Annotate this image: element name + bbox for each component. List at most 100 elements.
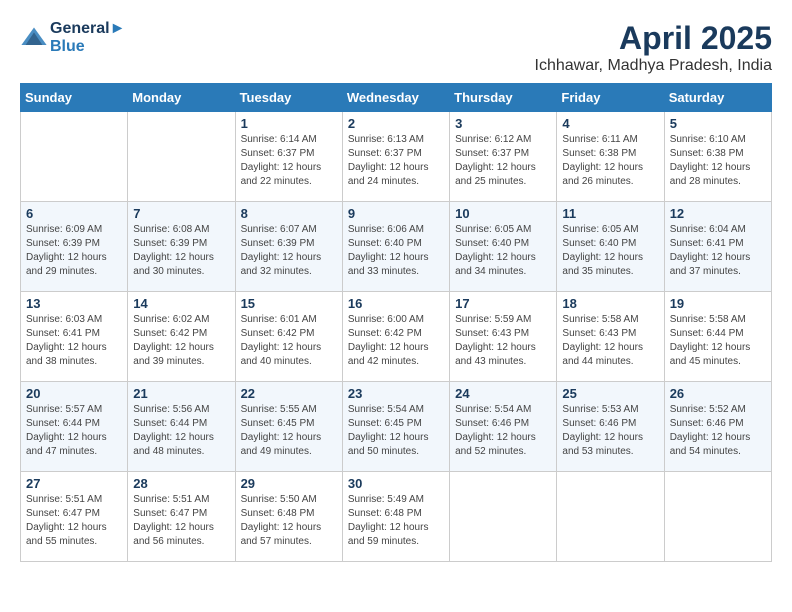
cell-info: Sunrise: 6:10 AMSunset: 6:38 PMDaylight:… xyxy=(670,133,766,189)
logo-text: General► Blue xyxy=(50,20,125,56)
weekday-header-row: SundayMondayTuesdayWednesdayThursdayFrid… xyxy=(21,84,772,112)
cell-info: Sunrise: 6:05 AMSunset: 6:40 PMDaylight:… xyxy=(455,223,551,279)
day-number: 17 xyxy=(455,296,551,311)
calendar-cell: 24Sunrise: 5:54 AMSunset: 6:46 PMDayligh… xyxy=(450,382,557,472)
calendar-week-2: 6 Sunrise: 6:09 AMSunset: 6:39 PMDaylight… xyxy=(21,202,772,292)
day-number: 18 xyxy=(562,296,658,311)
day-number: 12 xyxy=(670,206,766,221)
weekday-header-saturday: Saturday xyxy=(664,84,771,112)
cell-info: Sunrise: 5:58 AMSunset: 6:43 PMDaylight:… xyxy=(562,313,658,369)
day-number: 5 xyxy=(670,116,766,131)
day-number: 19 xyxy=(670,296,766,311)
day-number: 9 xyxy=(348,206,444,221)
calendar-week-4: 20 Sunrise: 5:57 AMSunset: 6:44 PMDayligh… xyxy=(21,382,772,472)
month-title: April 2025 xyxy=(535,20,772,57)
cell-info: Sunrise: 6:03 AMSunset: 6:41 PMDaylight:… xyxy=(26,313,122,369)
cell-info: Sunrise: 6:07 AMSunset: 6:39 PMDaylight:… xyxy=(241,223,337,279)
calendar-cell: 6 Sunrise: 6:09 AMSunset: 6:39 PMDaylight… xyxy=(21,202,128,292)
calendar-cell: 29 Sunrise: 5:50 AMSunset: 6:48 PMDayligh… xyxy=(235,472,342,562)
cell-info: Sunrise: 6:14 AMSunset: 6:37 PMDaylight:… xyxy=(241,133,337,189)
calendar-table: SundayMondayTuesdayWednesdayThursdayFrid… xyxy=(20,83,772,562)
cell-info: Sunrise: 6:09 AMSunset: 6:39 PMDaylight:… xyxy=(26,223,122,279)
day-number: 1 xyxy=(241,116,337,131)
day-number: 7 xyxy=(133,206,229,221)
calendar-cell xyxy=(450,472,557,562)
day-number: 25 xyxy=(562,386,658,401)
calendar-cell: 9 Sunrise: 6:06 AMSunset: 6:40 PMDaylight… xyxy=(342,202,449,292)
calendar-cell: 4Sunrise: 6:11 AMSunset: 6:38 PMDaylight… xyxy=(557,112,664,202)
cell-info: Sunrise: 5:54 AMSunset: 6:45 PMDaylight:… xyxy=(348,403,444,459)
weekday-header-sunday: Sunday xyxy=(21,84,128,112)
calendar-cell: 14 Sunrise: 6:02 AMSunset: 6:42 PMDayligh… xyxy=(128,292,235,382)
calendar-cell xyxy=(664,472,771,562)
cell-info: Sunrise: 5:49 AMSunset: 6:48 PMDaylight:… xyxy=(348,493,444,549)
day-number: 11 xyxy=(562,206,658,221)
calendar-cell: 10 Sunrise: 6:05 AMSunset: 6:40 PMDayligh… xyxy=(450,202,557,292)
day-number: 22 xyxy=(241,386,337,401)
cell-info: Sunrise: 5:57 AMSunset: 6:44 PMDaylight:… xyxy=(26,403,122,459)
calendar-cell: 17Sunrise: 5:59 AMSunset: 6:43 PMDayligh… xyxy=(450,292,557,382)
calendar-cell: 30 Sunrise: 5:49 AMSunset: 6:48 PMDayligh… xyxy=(342,472,449,562)
calendar-cell: 18 Sunrise: 5:58 AMSunset: 6:43 PMDayligh… xyxy=(557,292,664,382)
logo-icon xyxy=(20,24,48,52)
calendar-cell: 12 Sunrise: 6:04 AMSunset: 6:41 PMDayligh… xyxy=(664,202,771,292)
cell-info: Sunrise: 5:54 AMSunset: 6:46 PMDaylight:… xyxy=(455,403,551,459)
day-number: 6 xyxy=(26,206,122,221)
day-number: 16 xyxy=(348,296,444,311)
cell-info: Sunrise: 5:50 AMSunset: 6:48 PMDaylight:… xyxy=(241,493,337,549)
calendar-cell: 2Sunrise: 6:13 AMSunset: 6:37 PMDaylight… xyxy=(342,112,449,202)
cell-info: Sunrise: 6:13 AMSunset: 6:37 PMDaylight:… xyxy=(348,133,444,189)
cell-info: Sunrise: 6:06 AMSunset: 6:40 PMDaylight:… xyxy=(348,223,444,279)
day-number: 10 xyxy=(455,206,551,221)
day-number: 15 xyxy=(241,296,337,311)
cell-info: Sunrise: 5:56 AMSunset: 6:44 PMDaylight:… xyxy=(133,403,229,459)
calendar-cell: 26 Sunrise: 5:52 AMSunset: 6:46 PMDayligh… xyxy=(664,382,771,472)
calendar-cell: 27Sunrise: 5:51 AMSunset: 6:47 PMDayligh… xyxy=(21,472,128,562)
calendar-cell: 16Sunrise: 6:00 AMSunset: 6:42 PMDayligh… xyxy=(342,292,449,382)
cell-info: Sunrise: 6:12 AMSunset: 6:37 PMDaylight:… xyxy=(455,133,551,189)
cell-info: Sunrise: 6:05 AMSunset: 6:40 PMDaylight:… xyxy=(562,223,658,279)
day-number: 27 xyxy=(26,476,122,491)
calendar-cell xyxy=(21,112,128,202)
day-number: 13 xyxy=(26,296,122,311)
day-number: 26 xyxy=(670,386,766,401)
calendar-cell: 5 Sunrise: 6:10 AMSunset: 6:38 PMDaylight… xyxy=(664,112,771,202)
title-area: April 2025 Ichhawar, Madhya Pradesh, Ind… xyxy=(535,20,772,75)
day-number: 20 xyxy=(26,386,122,401)
cell-info: Sunrise: 5:52 AMSunset: 6:46 PMDaylight:… xyxy=(670,403,766,459)
day-number: 21 xyxy=(133,386,229,401)
calendar-cell: 1 Sunrise: 6:14 AMSunset: 6:37 PMDaylight… xyxy=(235,112,342,202)
weekday-header-thursday: Thursday xyxy=(450,84,557,112)
weekday-header-wednesday: Wednesday xyxy=(342,84,449,112)
day-number: 28 xyxy=(133,476,229,491)
cell-info: Sunrise: 6:02 AMSunset: 6:42 PMDaylight:… xyxy=(133,313,229,369)
calendar-cell xyxy=(557,472,664,562)
logo: General► Blue xyxy=(20,20,125,56)
cell-info: Sunrise: 6:01 AMSunset: 6:42 PMDaylight:… xyxy=(241,313,337,369)
day-number: 30 xyxy=(348,476,444,491)
weekday-header-friday: Friday xyxy=(557,84,664,112)
day-number: 23 xyxy=(348,386,444,401)
calendar-cell: 22 Sunrise: 5:55 AMSunset: 6:45 PMDayligh… xyxy=(235,382,342,472)
calendar-cell: 11 Sunrise: 6:05 AMSunset: 6:40 PMDayligh… xyxy=(557,202,664,292)
cell-info: Sunrise: 6:04 AMSunset: 6:41 PMDaylight:… xyxy=(670,223,766,279)
calendar-cell: 28Sunrise: 5:51 AMSunset: 6:47 PMDayligh… xyxy=(128,472,235,562)
cell-info: Sunrise: 5:55 AMSunset: 6:45 PMDaylight:… xyxy=(241,403,337,459)
day-number: 8 xyxy=(241,206,337,221)
calendar-cell: 19 Sunrise: 5:58 AMSunset: 6:44 PMDayligh… xyxy=(664,292,771,382)
calendar-cell: 8 Sunrise: 6:07 AMSunset: 6:39 PMDaylight… xyxy=(235,202,342,292)
calendar-cell: 20 Sunrise: 5:57 AMSunset: 6:44 PMDayligh… xyxy=(21,382,128,472)
calendar-cell: 21 Sunrise: 5:56 AMSunset: 6:44 PMDayligh… xyxy=(128,382,235,472)
cell-info: Sunrise: 5:53 AMSunset: 6:46 PMDaylight:… xyxy=(562,403,658,459)
day-number: 14 xyxy=(133,296,229,311)
calendar-cell: 3 Sunrise: 6:12 AMSunset: 6:37 PMDaylight… xyxy=(450,112,557,202)
cell-info: Sunrise: 6:08 AMSunset: 6:39 PMDaylight:… xyxy=(133,223,229,279)
day-number: 29 xyxy=(241,476,337,491)
day-number: 3 xyxy=(455,116,551,131)
cell-info: Sunrise: 5:58 AMSunset: 6:44 PMDaylight:… xyxy=(670,313,766,369)
weekday-header-tuesday: Tuesday xyxy=(235,84,342,112)
cell-info: Sunrise: 6:11 AMSunset: 6:38 PMDaylight:… xyxy=(562,133,658,189)
calendar-cell: 15 Sunrise: 6:01 AMSunset: 6:42 PMDayligh… xyxy=(235,292,342,382)
calendar-cell xyxy=(128,112,235,202)
calendar-cell: 23 Sunrise: 5:54 AMSunset: 6:45 PMDayligh… xyxy=(342,382,449,472)
